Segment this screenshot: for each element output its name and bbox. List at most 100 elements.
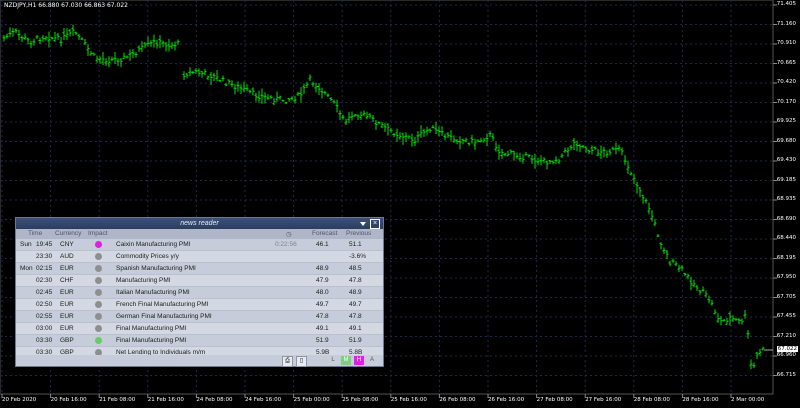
ohlc-bar (434, 122, 438, 134)
trash-icon[interactable]: ▯ (296, 356, 307, 367)
news-event: German Final Manufacturing PMI (116, 313, 212, 320)
ohlc-bar (734, 318, 738, 321)
filter-a-button[interactable]: A (367, 356, 377, 365)
ohlc-bar (647, 202, 651, 215)
news-row[interactable]: 02:50 EUR French Final Manufacturing PMI 49… (16, 299, 383, 311)
date-label: 25 Feb 16:00 (390, 397, 427, 403)
ohlc-bar (497, 144, 501, 160)
col-impact: Impact (88, 230, 108, 237)
ohlc-bar (737, 317, 741, 325)
ohlc-bar (530, 155, 534, 164)
ohlc-bar (347, 111, 351, 124)
ohlc-bar (326, 93, 330, 97)
filter-l-button[interactable]: L (328, 356, 338, 365)
price-label: 68.195 (776, 254, 796, 261)
ohlc-bar (134, 51, 138, 58)
news-row[interactable]: 02:30 CHF Manufacturing PMI 47.9 47.8 (16, 275, 383, 287)
ohlc-bar (29, 40, 33, 49)
news-row[interactable]: 02:55 EUR German Final Manufacturing PMI 47… (16, 311, 383, 323)
news-event: Caixin Manufacturing PMI (116, 241, 191, 248)
ohlc-bar (140, 41, 144, 52)
ohlc-bar (188, 67, 192, 77)
news-row[interactable]: Sun 19:45 CNY Caixin Manufacturing PMI 0:22:… (16, 239, 383, 251)
ohlc-bar (20, 35, 24, 43)
ohlc-bar (554, 156, 558, 164)
print-icon[interactable]: ⎙ (282, 356, 293, 367)
ohlc-bar (407, 135, 411, 139)
ohlc-bar (569, 144, 573, 151)
date-label: 28 Feb 08:00 (633, 397, 670, 403)
ohlc-bar (380, 122, 384, 129)
ohlc-bar (272, 97, 276, 106)
ohlc-bar (287, 97, 291, 102)
news-forecast: 46.1 (316, 241, 329, 248)
ohlc-bar (704, 290, 708, 297)
news-reader-panel[interactable]: news reader × Time Currency Impact ◷ For… (15, 217, 384, 367)
news-time: 02:45 (36, 289, 53, 296)
ohlc-bar (23, 33, 27, 41)
ohlc-bar (641, 194, 645, 204)
ohlc-bar (398, 132, 402, 140)
col-currency: Currency (55, 230, 82, 237)
ohlc-bar (65, 28, 69, 41)
ohlc-bar (656, 234, 660, 238)
ohlc-bar (266, 94, 270, 101)
ohlc-bar (617, 144, 621, 152)
news-row[interactable]: 03:00 EUR Final Manufacturing PMI 49.1 49.1 (16, 323, 383, 335)
ohlc-bar (35, 35, 39, 39)
filter-m-button[interactable]: M (341, 356, 351, 365)
impact-dot-icon (95, 325, 102, 332)
news-row[interactable]: 02:45 EUR Italian Manufacturing PMI 48.0 48.… (16, 287, 383, 299)
news-event: Final Manufacturing PMI (116, 337, 187, 344)
ohlc-bar (125, 55, 129, 59)
ohlc-bar (53, 31, 57, 43)
price-label: 68.690 (776, 215, 796, 222)
ohlc-bar (203, 68, 207, 76)
ohlc-bar (437, 126, 441, 137)
date-label: 2 Mar 00:00 (731, 397, 765, 403)
ohlc-bar (608, 148, 612, 156)
ohlc-bar (752, 362, 756, 369)
ohlc-bar (122, 52, 126, 59)
news-row[interactable]: Mon 02:15 EUR Spanish Manufacturing PMI 48.9… (16, 263, 383, 275)
news-row[interactable]: 03:30 GBP Final Manufacturing PMI 51.9 51.9 (16, 335, 383, 347)
ohlc-bar (227, 79, 231, 85)
ohlc-bar (332, 99, 336, 104)
ohlc-bar (620, 147, 624, 156)
date-label: 26 Feb 08:00 (439, 397, 476, 403)
ohlc-bar (146, 36, 150, 47)
ohlc-bar (128, 49, 132, 62)
news-event: Final Manufacturing PMI (116, 325, 187, 332)
news-row[interactable]: 23:30 AUD Commodity Prices y/y -3.6% (16, 251, 383, 263)
news-previous: 48.5 (349, 265, 362, 272)
ohlc-bar (500, 148, 504, 159)
dropdown-icon[interactable] (360, 222, 366, 226)
news-reader-header[interactable]: news reader × (16, 218, 383, 229)
price-label: 70.665 (776, 59, 796, 66)
ohlc-bar (386, 123, 390, 136)
ohlc-bar (668, 260, 672, 267)
ohlc-bar (638, 187, 642, 198)
ohlc-bar (488, 130, 492, 138)
ohlc-bar (602, 146, 606, 158)
ohlc-bar (113, 51, 117, 65)
ohlc-bar (290, 96, 294, 101)
ohlc-bar (344, 118, 348, 126)
date-label: 25 Feb 00:00 (293, 397, 330, 403)
close-icon[interactable]: × (370, 219, 380, 229)
impact-dot-icon (95, 277, 102, 284)
ohlc-bar (725, 317, 729, 325)
ohlc-bar (335, 99, 339, 113)
ohlc-bar (95, 55, 99, 63)
news-forecast: 48.0 (316, 289, 329, 296)
ohlc-bar (512, 150, 516, 161)
price-label: 69.925 (776, 118, 796, 124)
filter-h-button[interactable]: H (354, 356, 364, 365)
price-label: 71.405 (776, 1, 796, 7)
ohlc-bar (212, 72, 216, 81)
ohlc-bar (245, 84, 249, 92)
price-label: 70.910 (776, 40, 796, 46)
news-reader-title: news reader (180, 220, 219, 227)
price-label: 68.440 (776, 235, 796, 241)
news-previous: 51.9 (349, 337, 362, 344)
